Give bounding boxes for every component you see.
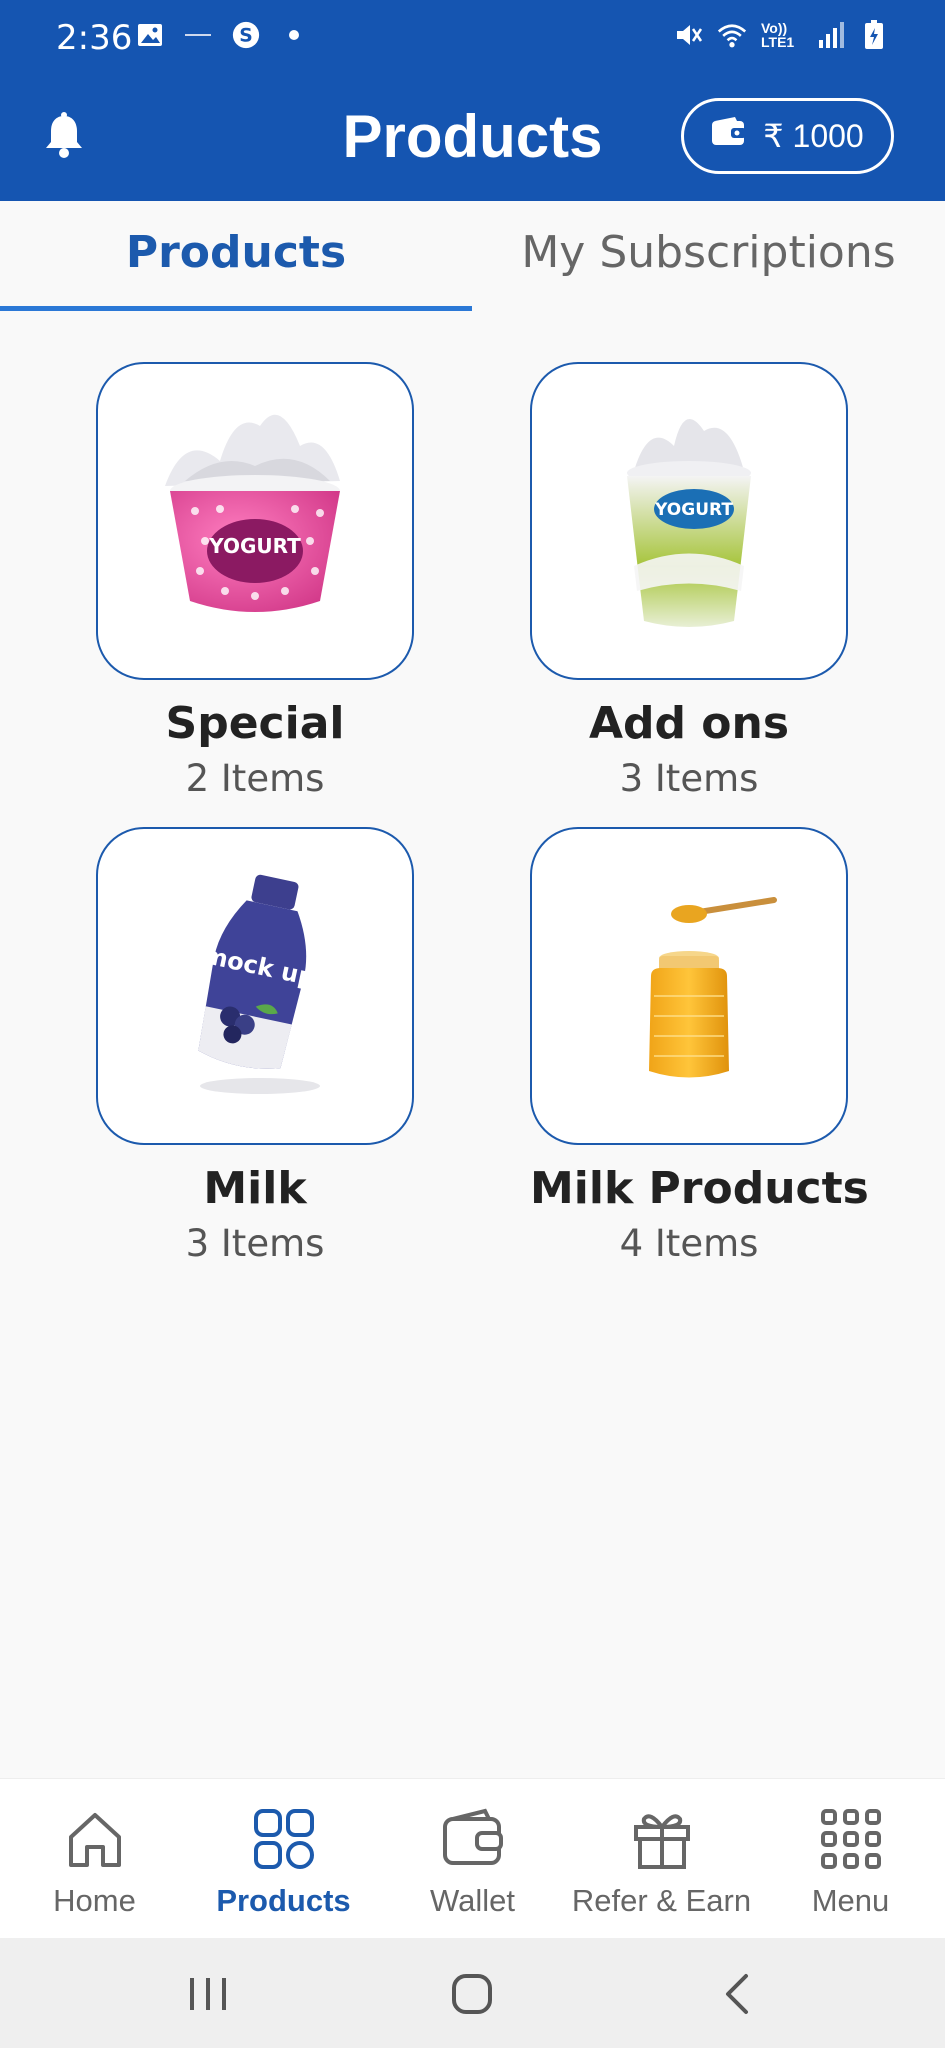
category-name: Special: [165, 698, 345, 749]
menu-dots-icon: [820, 1809, 881, 1869]
nav-label: Refer & Earn: [571, 1883, 752, 1918]
mute-icon: [673, 20, 703, 50]
tab-products[interactable]: Products: [0, 227, 472, 278]
bottom-navigation: Home Products Wallet Refer & Earn Menu: [0, 1778, 945, 1938]
app-header: 2:36 S Vo)) LTE1 Products ₹ 1000: [0, 0, 945, 201]
signal-icon: [815, 20, 845, 50]
wallet-icon: [711, 117, 747, 155]
category-image-milk[interactable]: mock up: [96, 827, 414, 1145]
nav-menu[interactable]: Menu: [756, 1779, 945, 1939]
category-image-milk-products[interactable]: [530, 827, 848, 1145]
tab-bar: Products My Subscriptions: [0, 201, 945, 313]
category-card-milk-products[interactable]: Milk Products 4 Items: [530, 827, 869, 1265]
honey-jar-image: [649, 897, 777, 1078]
category-item-count: 3 Items: [185, 1222, 325, 1265]
blue-milk-bottle-image: mock up: [198, 874, 320, 1094]
recent-apps-icon[interactable]: [178, 1964, 238, 2024]
green-yogurt-cup-image: YOGURT: [627, 419, 751, 627]
nav-home[interactable]: Home: [0, 1779, 189, 1939]
home-icon: [68, 1813, 121, 1867]
wifi-icon: [717, 20, 747, 50]
category-name: Add ons: [588, 698, 790, 749]
category-card-milk[interactable]: mock up Milk 3 Items: [96, 827, 414, 1265]
wallet-balance-button[interactable]: ₹ 1000: [681, 98, 894, 174]
tab-my-subscriptions[interactable]: My Subscriptions: [472, 227, 945, 278]
cup-label-text: YOGURT: [208, 534, 301, 558]
category-item-count: 4 Items: [619, 1222, 759, 1265]
category-name: Milk Products: [530, 1163, 869, 1214]
nav-products[interactable]: Products: [189, 1779, 378, 1939]
cup-label-text: YOGURT: [654, 500, 733, 520]
system-navigation-bar: [0, 1938, 945, 2048]
category-image-special[interactable]: YOGURT: [96, 362, 414, 680]
nav-label: Menu: [811, 1883, 890, 1918]
active-tab-indicator: [0, 306, 472, 311]
nav-label: Home: [53, 1883, 136, 1918]
gift-icon: [633, 1814, 690, 1869]
svg-text:S: S: [239, 26, 253, 47]
category-item-count: 3 Items: [619, 757, 759, 800]
category-card-add-ons[interactable]: YOGURT Add ons 3 Items: [530, 362, 848, 800]
nav-label: Wallet: [430, 1883, 515, 1918]
home-button-icon[interactable]: [442, 1964, 502, 2024]
back-icon[interactable]: [708, 1964, 768, 2024]
volte-icon: Vo)) LTE1: [761, 20, 795, 50]
category-name: Milk: [203, 1163, 307, 1214]
wallet-icon: [442, 1808, 503, 1865]
category-image-add-ons[interactable]: YOGURT: [530, 362, 848, 680]
dot-icon: [279, 20, 309, 50]
category-item-count: 2 Items: [185, 757, 325, 800]
gallery-icon: [135, 20, 165, 50]
battery-icon: [859, 20, 889, 50]
wallet-balance: ₹ 1000: [763, 118, 864, 154]
status-right-icons: Vo)) LTE1: [673, 20, 889, 50]
pink-yogurt-cup-image: YOGURT: [165, 414, 340, 612]
status-time: 2:36: [56, 18, 133, 58]
skype-icon: S: [231, 20, 261, 50]
small-text-icon: [183, 20, 213, 50]
nav-refer-earn[interactable]: Refer & Earn: [567, 1779, 756, 1939]
nav-wallet[interactable]: Wallet: [378, 1779, 567, 1939]
status-left-icons: S: [135, 20, 309, 50]
category-card-special[interactable]: YOGURT Special 2 Items: [96, 362, 414, 800]
nav-label: Products: [216, 1883, 351, 1918]
grid-icon: [253, 1809, 314, 1869]
